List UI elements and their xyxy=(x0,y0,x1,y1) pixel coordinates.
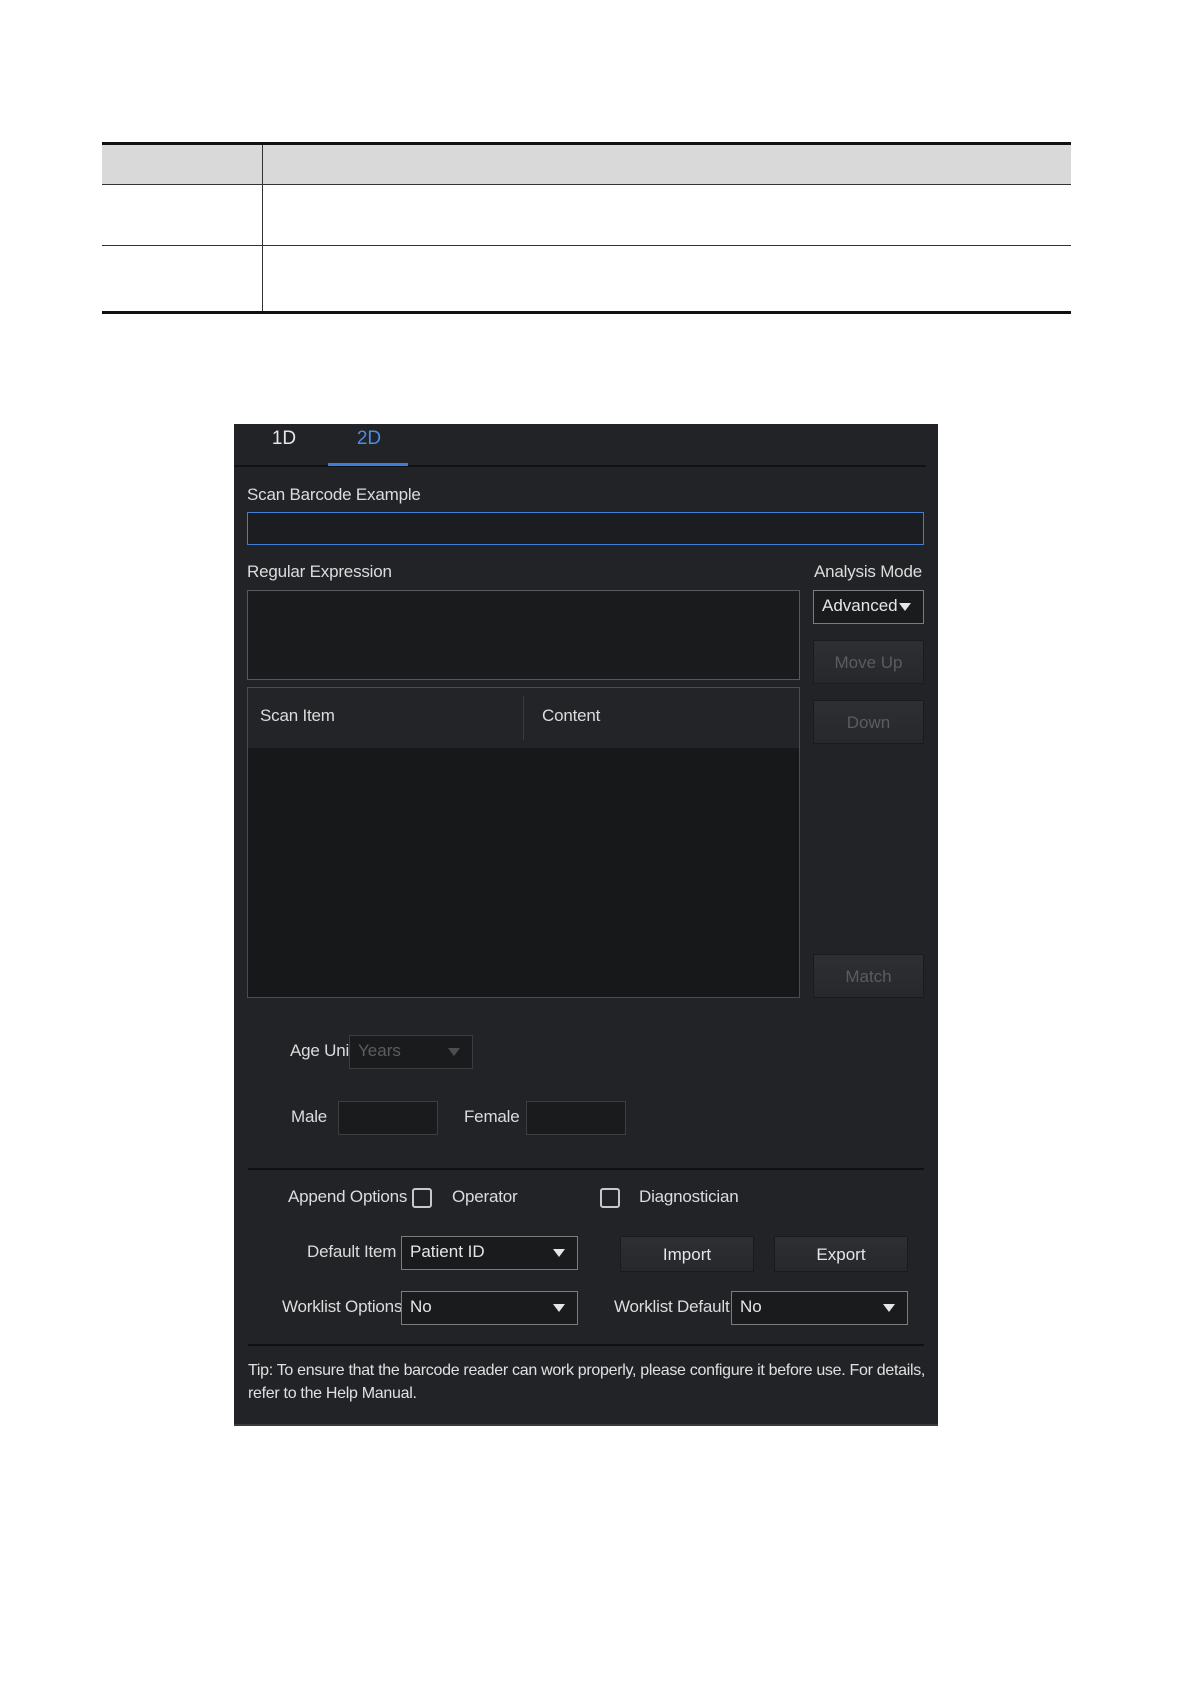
active-tab-indicator xyxy=(328,463,408,466)
worklist-default-value: No xyxy=(740,1297,762,1316)
age-unit-select[interactable]: Years xyxy=(349,1035,473,1069)
chevron-down-icon xyxy=(899,603,911,611)
chevron-down-icon xyxy=(883,1304,895,1312)
document-table-row xyxy=(102,185,1071,246)
worklist-options-label: Worklist Options xyxy=(282,1297,403,1316)
female-input[interactable] xyxy=(526,1101,626,1135)
scan-barcode-example-label: Scan Barcode Example xyxy=(247,485,421,504)
document-table-header-row xyxy=(102,145,1071,185)
chevron-down-icon xyxy=(553,1249,565,1257)
scan-item-table[interactable]: Scan Item Content xyxy=(247,687,800,998)
tip-text: Tip: To ensure that the barcode reader c… xyxy=(248,1362,926,1402)
column-header-content[interactable]: Content xyxy=(542,706,600,726)
document-table-row xyxy=(102,246,1071,308)
match-button[interactable]: Match xyxy=(813,954,924,998)
append-options-label: Append Options xyxy=(288,1187,408,1206)
regular-expression-textarea[interactable] xyxy=(247,590,800,680)
default-item-label: Default Item xyxy=(307,1242,397,1261)
worklist-options-value: No xyxy=(410,1297,432,1316)
section-divider xyxy=(248,1168,924,1170)
analysis-mode-select[interactable]: Advanced xyxy=(813,590,924,624)
section-divider xyxy=(248,1344,924,1346)
male-input[interactable] xyxy=(338,1101,438,1135)
document-table-column-divider xyxy=(262,145,263,311)
import-button[interactable]: Import xyxy=(620,1236,754,1272)
export-button[interactable]: Export xyxy=(774,1236,908,1272)
barcode-settings-dialog: 1D 2D Scan Barcode Example Regular Expre… xyxy=(234,424,938,1426)
age-unit-value: Years xyxy=(358,1041,401,1060)
worklist-default-label: Worklist Default xyxy=(614,1297,730,1316)
chevron-down-icon xyxy=(448,1048,460,1056)
diagnostician-checkbox-label: Diagnostician xyxy=(639,1187,739,1206)
regular-expression-label: Regular Expression xyxy=(247,562,392,581)
down-button[interactable]: Down xyxy=(813,700,924,744)
scan-item-table-header: Scan Item Content xyxy=(248,688,799,748)
age-unit-label: Age Unit xyxy=(290,1041,354,1060)
document-table xyxy=(102,142,1071,314)
worklist-options-select[interactable]: No xyxy=(401,1291,578,1325)
move-up-button[interactable]: Move Up xyxy=(813,640,924,684)
male-label: Male xyxy=(291,1107,328,1126)
operator-checkbox-label: Operator xyxy=(452,1187,518,1206)
tab-1d[interactable]: 1D xyxy=(264,428,304,450)
diagnostician-checkbox[interactable] xyxy=(600,1188,620,1208)
scan-barcode-example-input[interactable] xyxy=(247,512,924,545)
default-item-select[interactable]: Patient ID xyxy=(401,1236,578,1270)
worklist-default-select[interactable]: No xyxy=(731,1291,908,1325)
analysis-mode-label: Analysis Mode xyxy=(814,562,922,581)
default-item-value: Patient ID xyxy=(410,1242,485,1261)
female-label: Female xyxy=(464,1107,520,1126)
operator-checkbox[interactable] xyxy=(412,1188,432,1208)
column-divider xyxy=(523,696,524,740)
chevron-down-icon xyxy=(553,1304,565,1312)
tab-2d[interactable]: 2D xyxy=(334,428,404,450)
column-header-scan-item[interactable]: Scan Item xyxy=(260,706,335,726)
analysis-mode-value: Advanced xyxy=(822,596,898,615)
